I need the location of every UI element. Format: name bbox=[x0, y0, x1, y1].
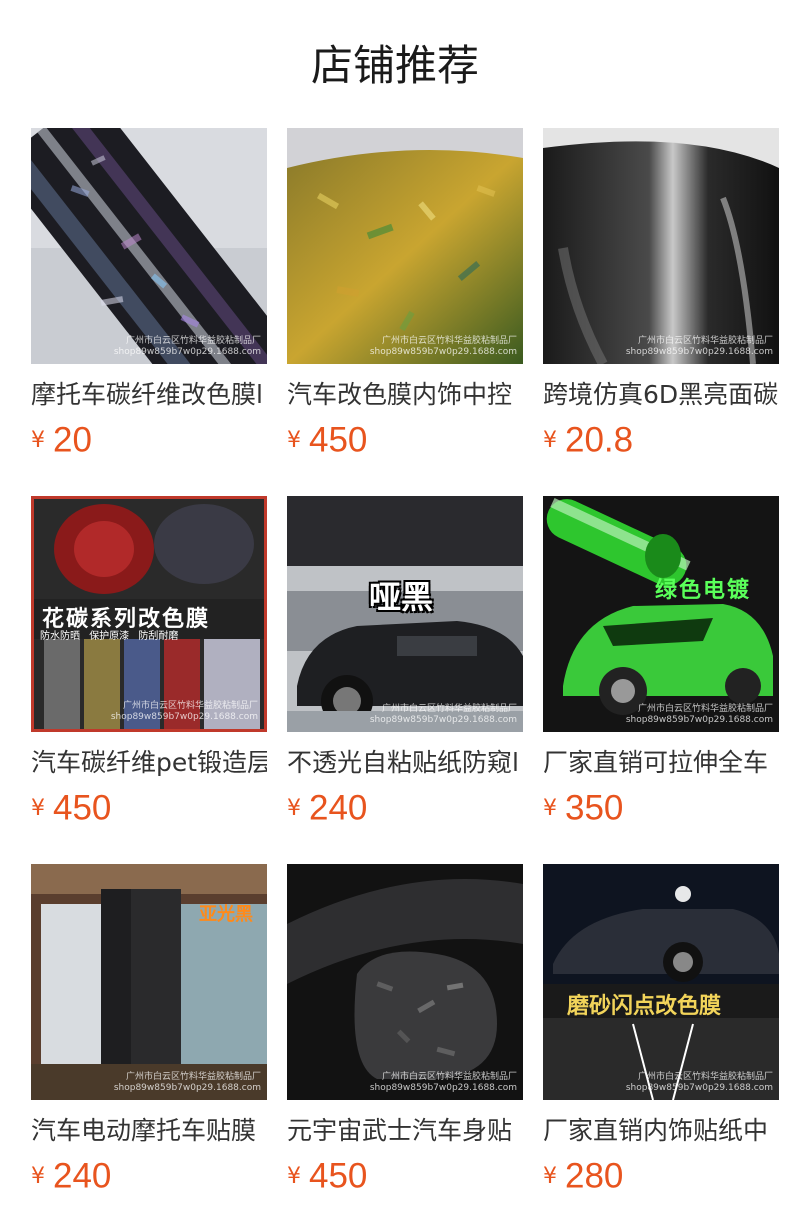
product-price: ¥280 bbox=[543, 1156, 779, 1196]
price-amount: 450 bbox=[309, 1156, 368, 1196]
price-amount: 450 bbox=[309, 420, 368, 460]
currency-symbol: ¥ bbox=[543, 795, 557, 821]
image-watermark: 广州市白云区竹料华益胶粘制品厂 shop89w859b7w0p29.1688.c… bbox=[369, 704, 517, 725]
product-card[interactable]: 广州市白云区竹料华益胶粘制品厂 shop89w859b7w0p29.1688.c… bbox=[287, 128, 523, 460]
price-amount: 350 bbox=[565, 788, 624, 828]
product-card[interactable]: 广州市白云区竹料华益胶粘制品厂 shop89w859b7w0p29.1688.c… bbox=[287, 864, 523, 1196]
product-card[interactable]: 绿色电镀 广州市白云区竹料华益胶粘制品厂 shop89w859b7w0p29.1… bbox=[543, 496, 779, 828]
price-amount: 280 bbox=[565, 1156, 624, 1196]
product-title[interactable]: 元宇宙武士汽车身贴 bbox=[287, 1114, 523, 1148]
product-title[interactable]: 跨境仿真6D黑亮面碳 bbox=[543, 378, 779, 412]
product-image[interactable]: 哑黑 广州市白云区竹料华益胶粘制品厂 shop89w859b7w0p29.168… bbox=[287, 496, 523, 732]
currency-symbol: ¥ bbox=[543, 427, 557, 453]
section-title: 店铺推荐 bbox=[310, 41, 479, 90]
product-card[interactable]: 广州市白云区竹料华益胶粘制品厂 shop89w859b7w0p29.1688.c… bbox=[543, 128, 779, 460]
image-watermark: 广州市白云区竹料华益胶粘制品厂 shop89w859b7w0p29.1688.c… bbox=[369, 336, 517, 357]
product-price: ¥450 bbox=[287, 420, 523, 460]
product-card[interactable]: 亚光黑 广州市白云区竹料华益胶粘制品厂 shop89w859b7w0p29.16… bbox=[31, 864, 267, 1196]
currency-symbol: ¥ bbox=[31, 1163, 45, 1189]
currency-symbol: ¥ bbox=[287, 795, 301, 821]
price-amount: 240 bbox=[53, 1156, 112, 1196]
image-watermark: 广州市白云区竹料华益胶粘制品厂 shop89w859b7w0p29.1688.c… bbox=[625, 1072, 773, 1093]
price-amount: 450 bbox=[53, 788, 112, 828]
image-overlay-text: 磨砂闪点改色膜 bbox=[567, 994, 722, 1019]
image-watermark: 广州市白云区竹料华益胶粘制品厂 shop89w859b7w0p29.1688.c… bbox=[625, 704, 773, 725]
product-price: ¥350 bbox=[543, 788, 779, 828]
image-watermark: 广州市白云区竹料华益胶粘制品厂 shop89w859b7w0p29.1688.c… bbox=[625, 336, 773, 357]
image-overlay-text: 绿色电镀 bbox=[655, 578, 752, 603]
product-price: ¥20 bbox=[31, 420, 267, 460]
product-card[interactable]: 广州市白云区竹料华益胶粘制品厂 shop89w859b7w0p29.1688.c… bbox=[31, 128, 267, 460]
currency-symbol: ¥ bbox=[287, 1163, 301, 1189]
product-image[interactable]: 绿色电镀 广州市白云区竹料华益胶粘制品厂 shop89w859b7w0p29.1… bbox=[543, 496, 779, 732]
image-watermark: 广州市白云区竹料华益胶粘制品厂 shop89w859b7w0p29.1688.c… bbox=[113, 1072, 261, 1093]
product-price: ¥240 bbox=[287, 788, 523, 828]
product-image[interactable]: 花碳系列改色膜 防水防晒 保护原漆 防刮耐磨 广州市白云区竹料华益胶粘制品厂 s… bbox=[31, 496, 267, 732]
product-title[interactable]: 汽车碳纤维pet锻造层 bbox=[31, 746, 267, 780]
product-title[interactable]: 摩托车碳纤维改色膜l bbox=[31, 378, 267, 412]
product-title[interactable]: 汽车电动摩托车贴膜 bbox=[31, 1114, 267, 1148]
product-price: ¥20.8 bbox=[543, 420, 779, 460]
currency-symbol: ¥ bbox=[543, 1163, 557, 1189]
product-price: ¥450 bbox=[31, 788, 267, 828]
product-price: ¥450 bbox=[287, 1156, 523, 1196]
badge-item: 防水防晒 bbox=[40, 631, 80, 642]
product-title[interactable]: 不透光自粘贴纸防窥l bbox=[287, 746, 523, 780]
image-overlay-badges: 防水防晒 保护原漆 防刮耐磨 bbox=[40, 627, 178, 642]
product-image[interactable]: 广州市白云区竹料华益胶粘制品厂 shop89w859b7w0p29.1688.c… bbox=[543, 128, 779, 364]
badge-item: 防刮耐磨 bbox=[138, 631, 179, 642]
product-image[interactable]: 磨砂闪点改色膜 广州市白云区竹料华益胶粘制品厂 shop89w859b7w0p2… bbox=[543, 864, 779, 1100]
currency-symbol: ¥ bbox=[31, 795, 45, 821]
currency-symbol: ¥ bbox=[31, 427, 45, 453]
price-amount: 20.8 bbox=[565, 420, 634, 460]
product-title[interactable]: 汽车改色膜内饰中控 bbox=[287, 378, 523, 412]
product-image[interactable]: 广州市白云区竹料华益胶粘制品厂 shop89w859b7w0p29.1688.c… bbox=[31, 128, 267, 364]
image-overlay-text: 亚光黑 bbox=[199, 904, 253, 925]
currency-symbol: ¥ bbox=[287, 427, 301, 453]
image-overlay-text: 哑黑 bbox=[369, 578, 434, 616]
product-image[interactable]: 广州市白云区竹料华益胶粘制品厂 shop89w859b7w0p29.1688.c… bbox=[287, 864, 523, 1100]
product-price: ¥240 bbox=[31, 1156, 267, 1196]
product-card[interactable]: 花碳系列改色膜 防水防晒 保护原漆 防刮耐磨 广州市白云区竹料华益胶粘制品厂 s… bbox=[31, 496, 267, 828]
product-card[interactable]: 哑黑 广州市白云区竹料华益胶粘制品厂 shop89w859b7w0p29.168… bbox=[287, 496, 523, 828]
badge-item: 保护原漆 bbox=[89, 631, 130, 642]
image-watermark: 广州市白云区竹料华益胶粘制品厂 shop89w859b7w0p29.1688.c… bbox=[369, 1072, 517, 1093]
image-watermark: 广州市白云区竹料华益胶粘制品厂 shop89w859b7w0p29.1688.c… bbox=[113, 336, 261, 357]
product-image[interactable]: 亚光黑 广州市白云区竹料华益胶粘制品厂 shop89w859b7w0p29.16… bbox=[31, 864, 267, 1100]
price-amount: 20 bbox=[53, 420, 92, 460]
product-card[interactable]: 磨砂闪点改色膜 广州市白云区竹料华益胶粘制品厂 shop89w859b7w0p2… bbox=[543, 864, 779, 1196]
product-image[interactable]: 广州市白云区竹料华益胶粘制品厂 shop89w859b7w0p29.1688.c… bbox=[287, 128, 523, 364]
price-amount: 240 bbox=[309, 788, 368, 828]
product-title[interactable]: 厂家直销可拉伸全车 bbox=[543, 746, 779, 780]
product-title[interactable]: 厂家直销内饰贴纸中 bbox=[543, 1114, 779, 1148]
image-watermark: 广州市白云区竹料华益胶粘制品厂 shop89w859b7w0p29.1688.c… bbox=[110, 701, 258, 722]
